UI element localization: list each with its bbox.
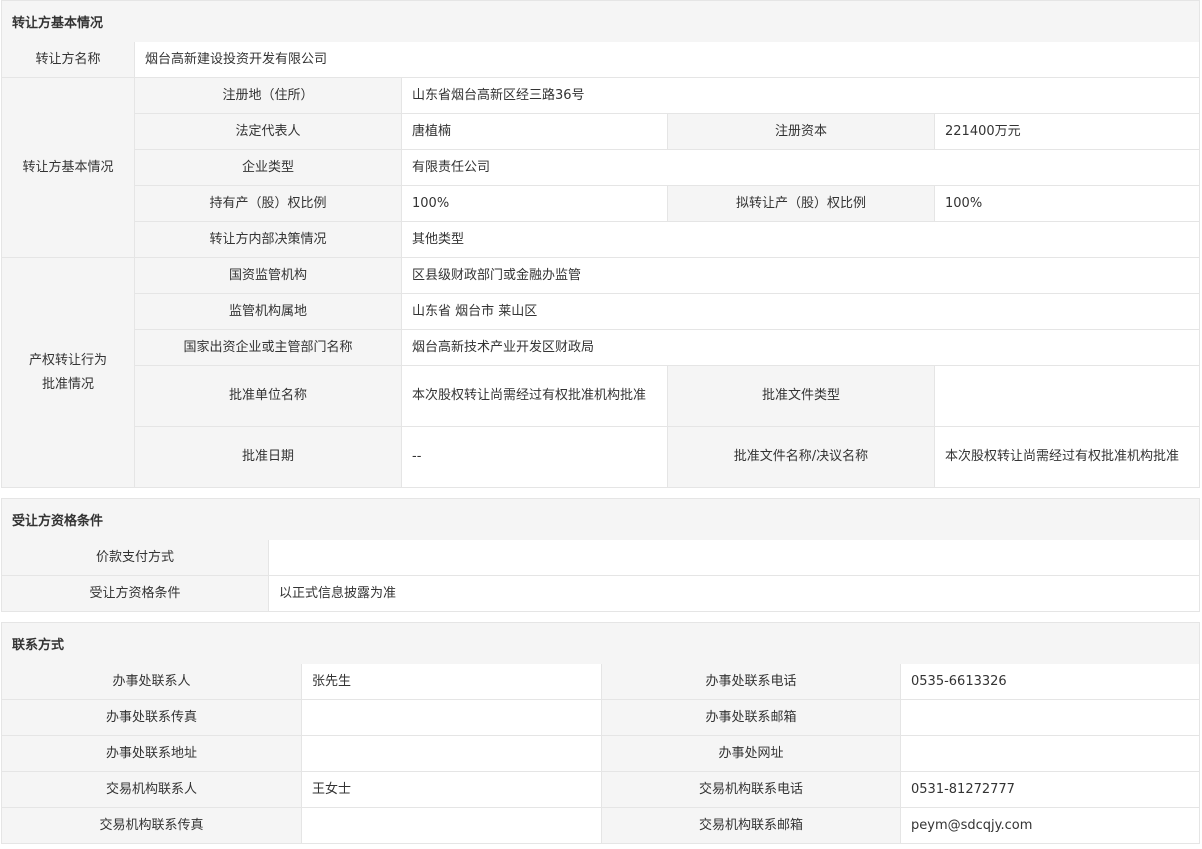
legal-rep-value: 唐植楠 — [402, 114, 668, 150]
reg-capital-label: 注册资本 — [668, 114, 935, 150]
qualification-value: 以正式信息披露为准 — [269, 576, 1199, 611]
contact-email-value[interactable]: peym@sdcqjy.com — [901, 808, 1199, 843]
contact-value: 0531-81272777 — [901, 772, 1199, 808]
approval-unit-label: 批准单位名称 — [135, 366, 402, 427]
regulator-location-label: 监管机构属地 — [135, 294, 402, 330]
transfer-ratio-value: 100% — [935, 186, 1199, 222]
approval-unit-value: 本次股权转让尚需经过有权批准机构批准 — [402, 366, 668, 427]
contact-label: 交易机构联系人 — [2, 772, 302, 808]
transferor-name-value: 烟台高新建设投资开发有限公司 — [135, 42, 1199, 78]
transfer-ratio-label: 拟转让产（股）权比例 — [668, 186, 935, 222]
contact-label: 办事处联系邮箱 — [602, 700, 901, 736]
regulator-value: 区县级财政部门或金融办监管 — [402, 258, 1199, 294]
regulator-label: 国资监管机构 — [135, 258, 402, 294]
contact-value: 王女士 — [302, 772, 602, 808]
decision-label: 转让方内部决策情况 — [135, 222, 402, 258]
contact-value — [302, 700, 602, 736]
approval-date-label: 批准日期 — [135, 427, 402, 487]
section-title: 联系方式 — [2, 623, 1199, 664]
contact-label: 交易机构联系邮箱 — [602, 808, 901, 843]
company-type-value: 有限责任公司 — [402, 150, 1199, 186]
approval-doc-type-label: 批准文件类型 — [668, 366, 935, 427]
payment-method-value — [269, 540, 1199, 576]
reg-address-label: 注册地（住所） — [135, 78, 402, 114]
section-title: 受让方资格条件 — [2, 499, 1199, 540]
contact-label: 办事处网址 — [602, 736, 901, 772]
reg-address-value: 山东省烟台高新区经三路36号 — [402, 78, 1199, 114]
contact-value — [901, 700, 1199, 736]
transferee-qualification-section: 受让方资格条件 价款支付方式 受让方资格条件 以正式信息披露为准 — [1, 498, 1200, 612]
qualification-label: 受让方资格条件 — [2, 576, 269, 611]
legal-rep-label: 法定代表人 — [135, 114, 402, 150]
section-title: 转让方基本情况 — [2, 1, 1199, 42]
contact-label: 办事处联系传真 — [2, 700, 302, 736]
approval-date-value: -- — [402, 427, 668, 487]
contact-label: 办事处联系电话 — [602, 664, 901, 700]
regulator-location-value: 山东省 烟台市 莱山区 — [402, 294, 1199, 330]
state-enterprise-value: 烟台高新技术产业开发区财政局 — [402, 330, 1199, 366]
contact-value — [302, 808, 602, 843]
contact-label: 办事处联系人 — [2, 664, 302, 700]
contact-label: 交易机构联系电话 — [602, 772, 901, 808]
contact-label: 办事处联系地址 — [2, 736, 302, 772]
approval-doc-type-value — [935, 366, 1199, 427]
contact-value — [901, 736, 1199, 772]
state-enterprise-label: 国家出资企业或主管部门名称 — [135, 330, 402, 366]
transferor-info-section: 转让方基本情况 转让方名称 烟台高新建设投资开发有限公司 转让方基本情况 注册地… — [1, 0, 1200, 488]
approval-doc-name-label: 批准文件名称/决议名称 — [668, 427, 935, 487]
contact-label: 交易机构联系传真 — [2, 808, 302, 843]
approval-doc-name-value: 本次股权转让尚需经过有权批准机构批准 — [935, 427, 1199, 487]
contact-value: 0535-6613326 — [901, 664, 1199, 700]
basic-info-group-label: 转让方基本情况 — [2, 78, 135, 258]
hold-ratio-label: 持有产（股）权比例 — [135, 186, 402, 222]
contact-section: 联系方式 办事处联系人 张先生 办事处联系电话 0535-6613326 办事处… — [1, 622, 1200, 844]
hold-ratio-value: 100% — [402, 186, 668, 222]
payment-method-label: 价款支付方式 — [2, 540, 269, 576]
company-type-label: 企业类型 — [135, 150, 402, 186]
contact-value — [302, 736, 602, 772]
approval-group-label: 产权转让行为批准情况 — [2, 258, 135, 487]
contact-value: 张先生 — [302, 664, 602, 700]
transferor-name-label: 转让方名称 — [2, 42, 135, 78]
decision-value: 其他类型 — [402, 222, 1199, 258]
reg-capital-value: 221400万元 — [935, 114, 1199, 150]
